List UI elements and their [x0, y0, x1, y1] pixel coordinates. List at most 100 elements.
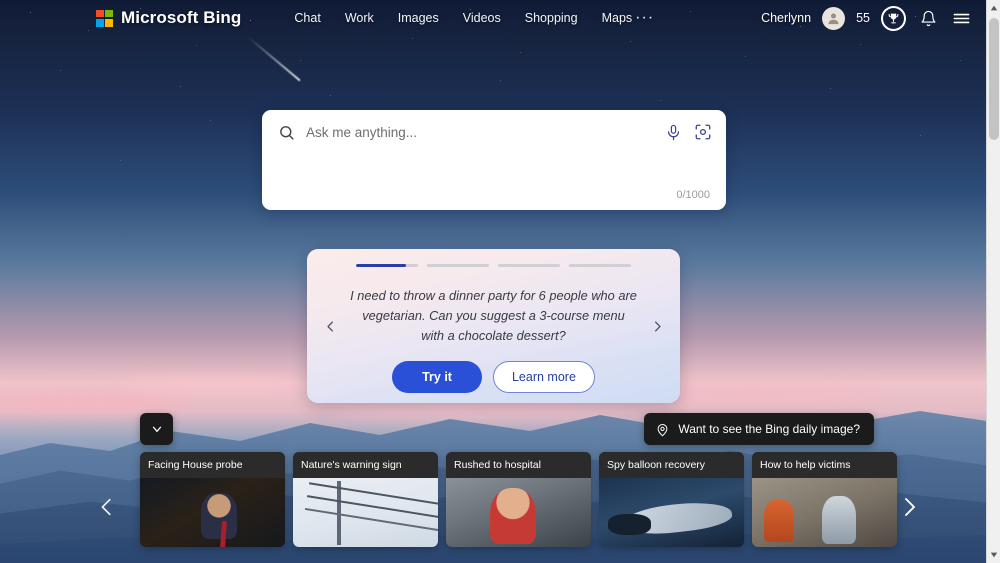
star — [660, 100, 661, 101]
search-action-icons — [665, 123, 712, 141]
carousel-indicator-4[interactable] — [569, 264, 631, 267]
main-menu-button[interactable] — [950, 7, 972, 29]
try-it-button[interactable]: Try it — [392, 361, 482, 394]
scrollbar-thumb[interactable] — [989, 18, 999, 140]
rewards-button[interactable] — [881, 5, 906, 31]
carousel-progress-indicators — [356, 264, 631, 267]
nav-item-images[interactable]: Images — [397, 8, 440, 28]
daily-image-banner[interactable]: Want to see the Bing daily image? — [644, 413, 874, 445]
news-carousel: Facing House probe Nature's warning sign R… — [140, 452, 897, 547]
prompt-suggestion-carousel: I need to throw a dinner party for 6 peo… — [307, 249, 680, 403]
collapse-feed-button[interactable] — [140, 413, 173, 445]
vertical-scrollbar[interactable] — [986, 0, 1000, 563]
carousel-next-button[interactable] — [646, 315, 668, 337]
carousel-indicator-2[interactable] — [427, 264, 489, 267]
microsoft-squares-logo — [96, 9, 113, 27]
star — [745, 56, 746, 57]
map-pin-location-icon — [657, 423, 668, 436]
news-card-thumbnail — [446, 478, 591, 547]
notifications-button[interactable] — [917, 7, 939, 29]
reward-points: 55 — [856, 11, 870, 25]
bing-homepage: Microsoft Bing Chat Work Images Videos Shopp… — [0, 0, 1000, 563]
news-card-thumbnail — [140, 478, 285, 547]
carousel-prev-button[interactable] — [319, 315, 341, 337]
star — [960, 60, 961, 61]
news-card-title-bar: Nature's warning sign — [293, 452, 438, 478]
star — [300, 60, 301, 61]
primary-nav: Chat Work Images Videos Shopping Maps — [293, 8, 633, 28]
scroll-down-arrow-icon — [990, 552, 998, 558]
hamburger-menu-icon — [953, 13, 969, 23]
star — [120, 160, 121, 161]
news-card-title: Rushed to hospital — [454, 459, 541, 471]
chevron-down-icon — [152, 426, 161, 432]
news-next-button[interactable] — [894, 492, 924, 522]
news-card-title: Spy balloon recovery — [607, 459, 706, 471]
learn-more-button[interactable]: Learn more — [492, 361, 595, 394]
news-card-thumbnail — [752, 478, 897, 547]
avatar[interactable] — [822, 6, 846, 30]
news-card[interactable]: Spy balloon recovery — [599, 452, 744, 547]
cloud — [120, 378, 300, 392]
cloud — [330, 404, 630, 416]
scroll-down-button[interactable] — [987, 547, 1000, 563]
news-card-title-bar: Facing House probe — [140, 452, 285, 478]
star — [630, 41, 631, 42]
carousel-indicator-1[interactable] — [356, 264, 418, 267]
microphone-icon[interactable] — [665, 124, 682, 141]
news-card-title: Nature's warning sign — [301, 459, 402, 471]
brand-title: Microsoft Bing — [121, 8, 242, 27]
search-box[interactable]: 0/1000 — [262, 110, 726, 210]
news-card[interactable]: Rushed to hospital — [446, 452, 591, 547]
search-icon[interactable] — [278, 124, 295, 141]
nav-item-videos[interactable]: Videos — [462, 8, 502, 28]
news-card-title-bar: How to help victims — [752, 452, 897, 478]
chevron-right-icon — [905, 498, 915, 516]
prompt-text: I need to throw a dinner party for 6 peo… — [350, 288, 637, 343]
visual-search-camera-icon[interactable] — [694, 123, 712, 141]
search-input[interactable] — [306, 124, 665, 140]
news-prev-button[interactable] — [92, 492, 122, 522]
news-card[interactable]: Facing House probe — [140, 452, 285, 547]
nav-item-shopping[interactable]: Shopping — [524, 8, 579, 28]
nav-item-maps[interactable]: Maps — [601, 8, 634, 28]
scroll-up-arrow-icon — [990, 5, 998, 11]
star — [412, 38, 413, 39]
search-input-row — [262, 110, 726, 154]
news-card-thumbnail — [293, 478, 438, 547]
star — [500, 80, 502, 82]
star — [60, 70, 61, 71]
star — [920, 135, 921, 136]
scroll-up-button[interactable] — [987, 0, 1000, 16]
carousel-actions: Try it Learn more — [392, 361, 595, 394]
carousel-indicator-fill — [356, 264, 406, 267]
star — [180, 86, 182, 88]
news-card-title-bar: Spy balloon recovery — [599, 452, 744, 478]
news-card-title: How to help victims — [760, 459, 851, 471]
star — [210, 120, 211, 121]
user-name-label: Cherlynn — [761, 11, 812, 25]
star — [520, 52, 521, 53]
chevron-left-icon — [326, 321, 333, 331]
news-card[interactable]: How to help victims — [752, 452, 897, 547]
bing-logo-link[interactable]: Microsoft Bing — [96, 8, 241, 28]
chevron-right-icon — [654, 321, 661, 331]
news-card-thumbnail — [599, 478, 744, 547]
header-right-group: Cherlynn 55 — [761, 5, 986, 31]
daily-image-label: Want to see the Bing daily image? — [678, 422, 860, 436]
nav-item-chat[interactable]: Chat — [293, 8, 321, 28]
top-navigation-bar: Microsoft Bing Chat Work Images Videos Shopp… — [0, 0, 986, 36]
news-card-title-bar: Rushed to hospital — [446, 452, 591, 478]
trophy-icon — [888, 13, 899, 23]
star — [330, 95, 331, 96]
news-card[interactable]: Nature's warning sign — [293, 452, 438, 547]
star — [860, 44, 861, 45]
bell-icon — [921, 10, 935, 26]
chevron-left-icon — [101, 498, 111, 516]
star — [196, 45, 197, 46]
nav-item-work[interactable]: Work — [344, 8, 375, 28]
carousel-indicator-3[interactable] — [498, 264, 560, 267]
star — [830, 88, 832, 90]
character-counter: 0/1000 — [676, 189, 710, 201]
nav-more-button[interactable]: ··· — [635, 10, 654, 26]
